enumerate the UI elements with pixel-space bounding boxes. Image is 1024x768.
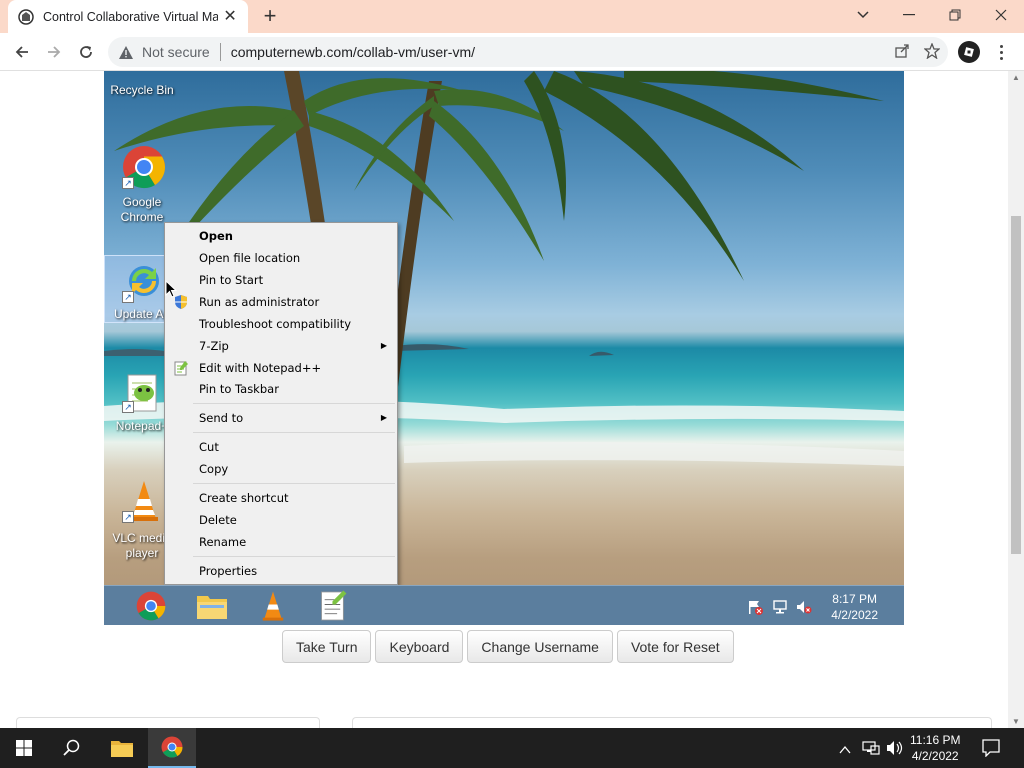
- browser-toolbar: Not secure computernewb.com/collab-vm/us…: [0, 33, 1024, 71]
- vm-network-icon[interactable]: [772, 599, 788, 620]
- warning-icon[interactable]: [118, 44, 134, 60]
- menu-separator: [193, 432, 395, 433]
- collabvm-favicon-icon: [18, 8, 34, 25]
- menu-item-open[interactable]: Open: [167, 225, 395, 247]
- vm-clock[interactable]: 8:17 PM 4/2/2022: [831, 591, 878, 623]
- vm-volume-muted-icon[interactable]: [796, 599, 812, 620]
- vm-taskbar-file-explorer-icon[interactable]: [196, 592, 228, 625]
- scroll-up-arrow-icon[interactable]: ▲: [1012, 73, 1020, 82]
- url-text[interactable]: computernewb.com/collab-vm/user-vm/: [231, 44, 475, 60]
- menu-item-create-shortcut[interactable]: Create shortcut: [167, 487, 395, 509]
- windows-taskbar: 11:16 PM 4/2/2022: [0, 728, 1024, 768]
- close-window-icon[interactable]: [978, 0, 1024, 30]
- submenu-arrow-icon: ▶: [380, 341, 387, 350]
- shortcut-arrow-icon: ↗: [122, 177, 134, 189]
- show-hidden-icons-chevron-icon[interactable]: [839, 742, 851, 760]
- vote-reset-button[interactable]: Vote for Reset: [616, 630, 734, 663]
- profile-avatar-icon[interactable]: [958, 41, 980, 63]
- menu-item-edit-notepadpp[interactable]: Edit with Notepad++: [167, 357, 395, 379]
- vm-taskbar-vlc-icon[interactable]: [260, 590, 286, 625]
- run-as-admin-label: Run as administrator: [199, 295, 320, 309]
- menu-item-pin-to-taskbar[interactable]: Pin to Taskbar: [167, 378, 395, 400]
- system-time: 11:16 PM: [910, 733, 961, 747]
- forward-icon[interactable]: [42, 40, 66, 64]
- action-center-flag-icon[interactable]: [747, 599, 763, 620]
- system-date: 4/2/2022: [911, 749, 959, 763]
- start-button[interactable]: [0, 728, 48, 768]
- shortcut-arrow-icon: ↗: [122, 401, 134, 413]
- omnibox-divider: [219, 43, 221, 61]
- menu-item-open-file-location[interactable]: Open file location: [167, 247, 395, 269]
- chat-panel: [352, 717, 992, 728]
- menu-item-troubleshoot[interactable]: Troubleshoot compatibility: [167, 313, 395, 335]
- vm-control-buttons: Take Turn Keyboard Change Username Vote …: [282, 630, 734, 663]
- menu-item-send-to[interactable]: Send to ▶: [167, 407, 395, 429]
- menu-item-pin-to-start[interactable]: Pin to Start: [167, 269, 395, 291]
- notifications-icon[interactable]: [982, 739, 1000, 762]
- submenu-arrow-icon: ▶: [380, 413, 387, 422]
- chrome-taskbar-icon[interactable]: [148, 728, 196, 768]
- mouse-cursor-icon: [165, 280, 177, 298]
- send-to-label: Send to: [199, 411, 244, 425]
- menu-item-7zip[interactable]: 7-Zip ▶: [167, 335, 395, 357]
- browser-tab[interactable]: Control Collaborative Virtual Machines ✕: [8, 0, 248, 33]
- vm-time: 8:17 PM: [832, 592, 877, 606]
- web-page: Recycle Bin ↗ Google Chrome ↗ Update Ap …: [0, 71, 1008, 728]
- windows-logo-icon: [16, 740, 32, 756]
- file-explorer-taskbar-icon[interactable]: [98, 728, 146, 768]
- edit-notepadpp-label: Edit with Notepad++: [199, 361, 322, 375]
- vm-taskbar: 8:17 PM 4/2/2022: [104, 585, 904, 625]
- menu-separator: [193, 556, 395, 557]
- not-secure-label[interactable]: Not secure: [142, 44, 210, 60]
- recycle-bin-label: Recycle Bin: [110, 83, 174, 97]
- browser-menu-icon[interactable]: [994, 41, 1008, 63]
- page-scrollbar[interactable]: ▲ ▼: [1008, 71, 1024, 728]
- close-tab-icon[interactable]: ✕: [222, 8, 238, 25]
- menu-separator: [193, 483, 395, 484]
- menu-item-run-as-admin[interactable]: Run as administrator: [167, 291, 395, 313]
- shortcut-arrow-icon: ↗: [122, 291, 134, 303]
- back-icon[interactable]: [10, 40, 34, 64]
- take-turn-button[interactable]: Take Turn: [282, 630, 372, 663]
- vm-date: 4/2/2022: [831, 608, 878, 622]
- context-menu: Open Open file location Pin to Start Run…: [164, 222, 398, 585]
- vm-taskbar-chrome-icon[interactable]: [136, 591, 166, 625]
- restore-icon[interactable]: [932, 0, 978, 30]
- share-icon[interactable]: [894, 43, 910, 64]
- notepad-icon: [173, 360, 189, 376]
- keyboard-button[interactable]: Keyboard: [375, 630, 464, 663]
- users-panel: [16, 717, 320, 728]
- menu-item-properties[interactable]: Properties: [167, 560, 395, 582]
- menu-item-cut[interactable]: Cut: [167, 436, 395, 458]
- menu-item-delete[interactable]: Delete: [167, 509, 395, 531]
- tab-strip: Control Collaborative Virtual Machines ✕…: [0, 0, 1024, 33]
- menu-item-rename[interactable]: Rename: [167, 531, 395, 553]
- reload-icon[interactable]: [74, 40, 98, 64]
- 7zip-label: 7-Zip: [199, 339, 229, 353]
- tab-search-icon[interactable]: [840, 0, 886, 30]
- vm-taskbar-notepad-plus-icon[interactable]: [320, 590, 348, 625]
- scroll-down-arrow-icon[interactable]: ▼: [1012, 717, 1020, 726]
- new-tab-button[interactable]: +: [258, 5, 282, 28]
- search-icon[interactable]: [48, 728, 96, 768]
- volume-icon[interactable]: [886, 740, 904, 761]
- system-clock[interactable]: 11:16 PM 4/2/2022: [910, 732, 960, 764]
- address-bar[interactable]: Not secure computernewb.com/collab-vm/us…: [108, 37, 948, 67]
- menu-separator: [193, 403, 395, 404]
- scrollbar-thumb[interactable]: [1011, 216, 1021, 554]
- change-username-button[interactable]: Change Username: [467, 630, 613, 663]
- tab-title: Control Collaborative Virtual Machines: [43, 9, 219, 24]
- network-icon[interactable]: [862, 740, 880, 761]
- minimize-icon[interactable]: [886, 0, 932, 30]
- vm-screen[interactable]: Recycle Bin ↗ Google Chrome ↗ Update Ap …: [104, 71, 904, 625]
- menu-item-copy[interactable]: Copy: [167, 458, 395, 480]
- bookmark-star-icon[interactable]: [923, 42, 941, 64]
- shortcut-arrow-icon: ↗: [122, 511, 134, 523]
- chrome-label: Google Chrome: [120, 195, 164, 224]
